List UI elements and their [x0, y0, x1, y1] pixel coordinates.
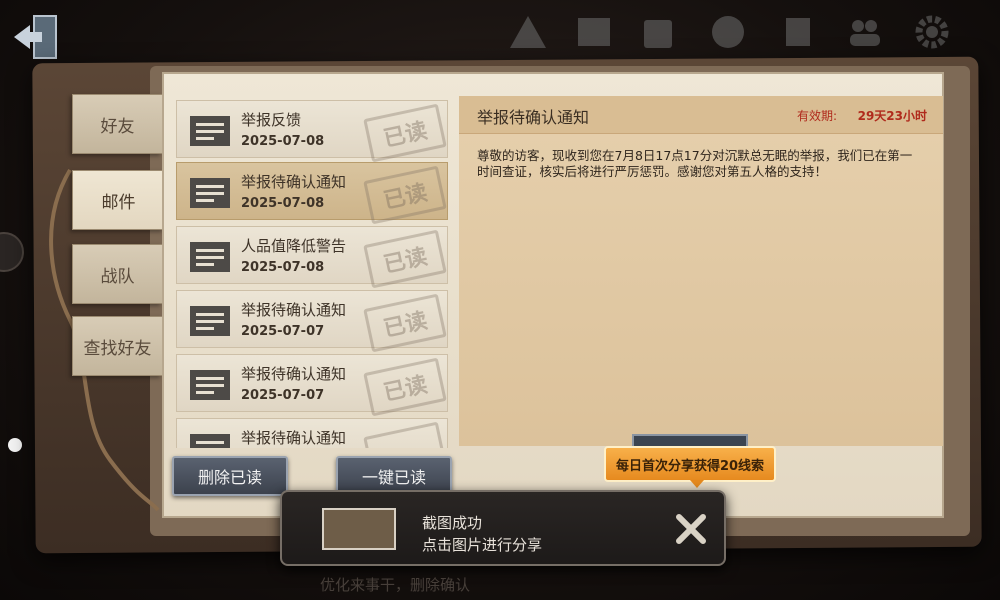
settings-icon[interactable]	[910, 10, 954, 54]
read-stamp: 已读	[363, 229, 447, 289]
tab-team[interactable]: 战队	[72, 244, 162, 304]
toast-subtitle: 点击图片进行分享	[422, 536, 543, 554]
mail-item[interactable]: 举报待确认通知 2025-07-07 已读	[176, 354, 448, 417]
mail-date: 2025-07-07	[241, 388, 325, 403]
floating-dot[interactable]	[8, 438, 22, 452]
detail-title: 举报待确认通知	[477, 108, 590, 127]
delete-read-button[interactable]: 删除已读	[172, 456, 288, 496]
close-icon[interactable]	[672, 510, 710, 548]
detail-body: 尊敬的访客，现收到您在7月8日17点17分对沉默总无眠的举报，我们已在第一时间查…	[477, 148, 913, 179]
letter-icon	[190, 306, 230, 336]
bottom-caption: 优化来事干，删除确认	[320, 576, 471, 594]
mail-title: 举报待确认通知	[241, 301, 347, 319]
warning-icon[interactable]	[506, 10, 550, 54]
mail-item-selected[interactable]: 举报待确认通知 2025-07-08 已读	[176, 162, 448, 225]
letter-icon	[190, 116, 230, 146]
letter-icon	[190, 242, 230, 272]
mail-item[interactable]: 举报待确认通知	[176, 418, 448, 448]
mail-item[interactable]: 举报反馈 2025-07-08 已读	[176, 100, 448, 163]
toast-title: 截图成功	[422, 514, 483, 532]
photo-icon[interactable]	[572, 10, 616, 54]
letter-icon	[190, 178, 230, 208]
mail-date: 2025-07-07	[241, 324, 325, 339]
validity-value: 29天23小时	[857, 109, 927, 123]
friends-icon[interactable]	[842, 10, 886, 54]
exit-icon[interactable]	[10, 10, 64, 64]
read-stamp: 已读	[363, 357, 447, 417]
mail-title: 举报待确认通知	[241, 429, 347, 447]
read-stamp: 已读	[363, 293, 447, 353]
trophy-icon[interactable]	[776, 10, 820, 54]
tab-find-friends[interactable]: 查找好友	[72, 316, 162, 376]
shop-icon[interactable]	[636, 10, 680, 54]
read-stamp	[363, 421, 447, 448]
mail-title: 举报反馈	[241, 111, 302, 129]
read-stamp: 已读	[363, 165, 447, 225]
tab-friends[interactable]: 好友	[72, 94, 162, 154]
read-stamp: 已读	[363, 103, 447, 163]
tiktok-icon[interactable]	[0, 232, 24, 272]
screenshot-thumbnail[interactable]	[322, 508, 396, 550]
mail-detail: 举报待确认通知 有效期: 29天23小时 尊敬的访客，现收到您在7月8日17点1…	[459, 96, 943, 446]
globe-icon[interactable]	[706, 10, 750, 54]
mail-title: 举报待确认通知	[241, 365, 347, 383]
letter-icon	[190, 434, 230, 448]
detail-header: 举报待确认通知 有效期: 29天23小时	[459, 96, 943, 134]
mail-item[interactable]: 举报待确认通知 2025-07-07 已读	[176, 290, 448, 353]
mail-list[interactable]: 举报反馈 2025-07-08 已读 举报待确认通知 2025-07-08 已读…	[176, 96, 450, 448]
mail-date: 2025-07-08	[241, 260, 325, 275]
validity-label: 有效期:	[796, 109, 837, 123]
mail-item[interactable]: 人品值降低警告 2025-07-08 已读	[176, 226, 448, 289]
mail-date: 2025-07-08	[241, 196, 325, 211]
share-reward-hint: 每日首次分享获得20线索	[604, 446, 776, 482]
mail-title: 人品值降低警告	[241, 237, 347, 255]
mail-title: 举报待确认通知	[241, 173, 347, 191]
tab-mail[interactable]: 邮件	[72, 170, 164, 230]
mail-date: 2025-07-08	[241, 134, 325, 149]
screenshot-toast: 截图成功 点击图片进行分享	[280, 490, 726, 566]
letter-icon	[190, 370, 230, 400]
